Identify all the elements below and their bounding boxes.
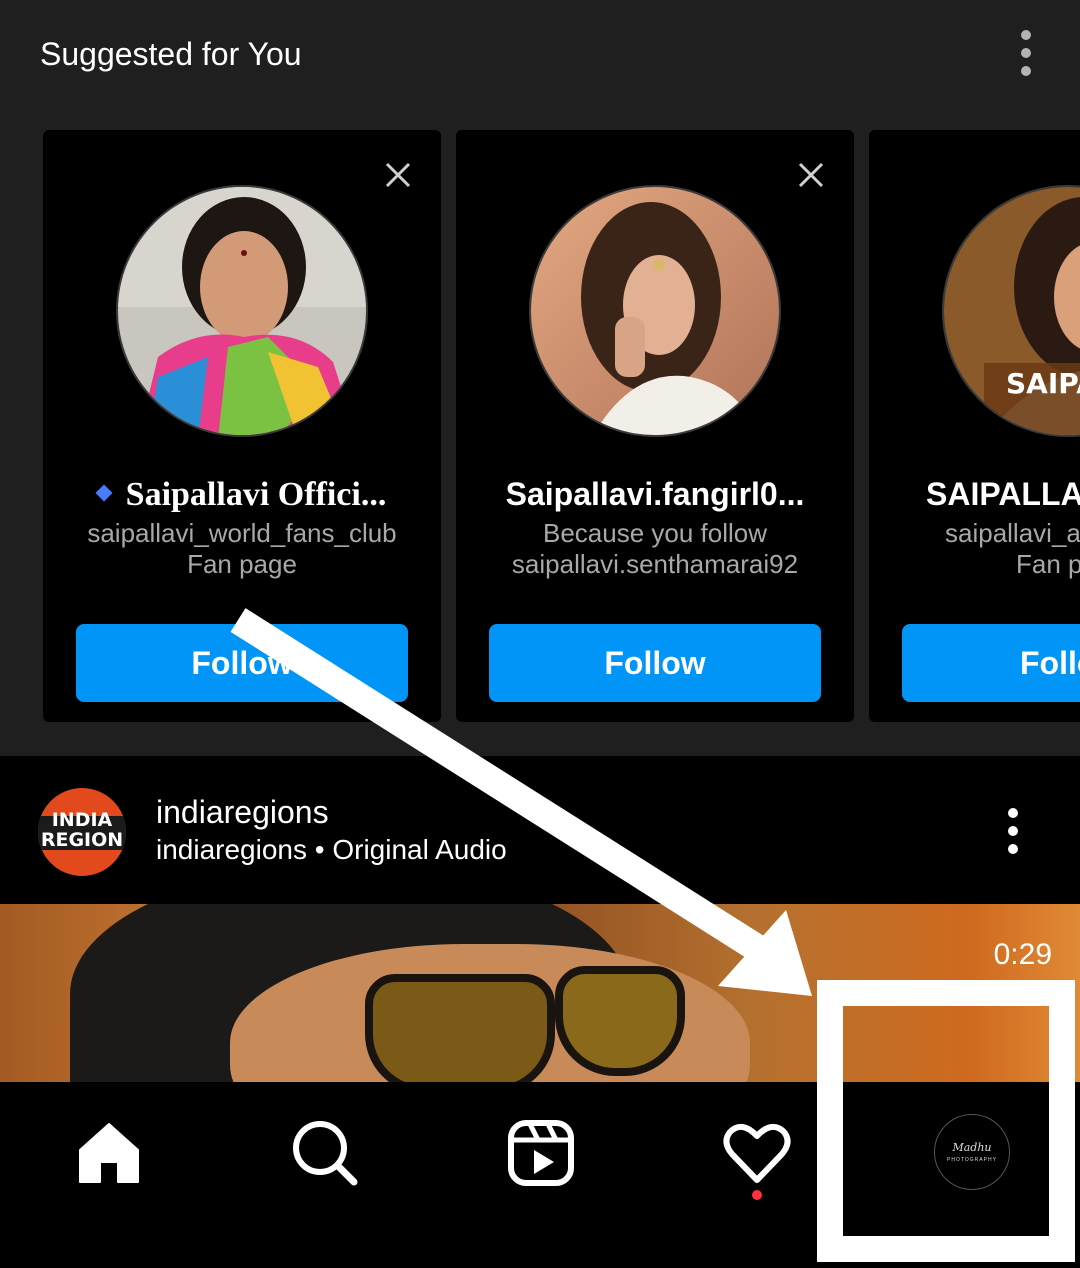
section-title: Suggested for You — [40, 36, 302, 72]
post-username[interactable]: indiaregions — [156, 794, 329, 831]
suggestion-subtitle: saipallavi_ad Fan p — [945, 518, 1080, 579]
search-icon[interactable] — [290, 1118, 360, 1188]
suggestion-subtitle: saipallavi_world_fans_club Fan page — [87, 518, 397, 579]
home-icon[interactable] — [74, 1118, 144, 1188]
suggestion-subtitle: Because you follow saipallavi.senthamara… — [511, 518, 799, 579]
suggestion-card[interactable]: Saipallavi Offici... saipallavi_world_fa… — [43, 130, 441, 722]
suggestion-card[interactable]: SAIPAL SAIPALLAV saipallavi_ad Fan p Fol… — [869, 130, 1080, 722]
close-icon[interactable] — [383, 160, 413, 190]
post-author-avatar[interactable]: INDIA REGION — [38, 788, 126, 876]
reels-icon[interactable] — [506, 1118, 576, 1188]
follow-button[interactable]: Follow — [76, 624, 408, 702]
video-duration: 0:29 — [993, 938, 1052, 971]
close-icon[interactable] — [796, 160, 826, 190]
post-more-options-icon[interactable] — [1000, 808, 1026, 860]
avatar-watermark: SAIPAL — [1006, 367, 1080, 400]
follow-button[interactable]: Follo — [902, 624, 1080, 702]
post-audio-info[interactable]: indiaregions • Original Audio — [156, 834, 507, 866]
heart-icon[interactable] — [722, 1118, 792, 1188]
profile-picture[interactable]: SAIPAL — [942, 185, 1080, 437]
suggestion-card[interactable]: Saipallavi.fangirl0... Because you follo… — [456, 130, 854, 722]
suggestion-name[interactable]: Saipallavi Offici... — [43, 476, 441, 514]
suggested-for-you-section: Suggested for You Saipallavi Offici... s… — [0, 0, 1080, 756]
suggestion-name[interactable]: SAIPALLAV — [926, 476, 1080, 513]
more-options-icon[interactable] — [1012, 30, 1040, 82]
notification-dot — [752, 1190, 762, 1200]
post-header: INDIA REGION indiaregions indiaregions • … — [0, 756, 1080, 904]
annotation-highlight-box — [817, 980, 1075, 1262]
profile-picture[interactable] — [116, 185, 368, 437]
follow-button[interactable]: Follow — [489, 624, 821, 702]
profile-picture[interactable] — [529, 185, 781, 437]
verified-badge-icon — [95, 484, 113, 502]
suggestion-name[interactable]: Saipallavi.fangirl0... — [456, 476, 854, 513]
